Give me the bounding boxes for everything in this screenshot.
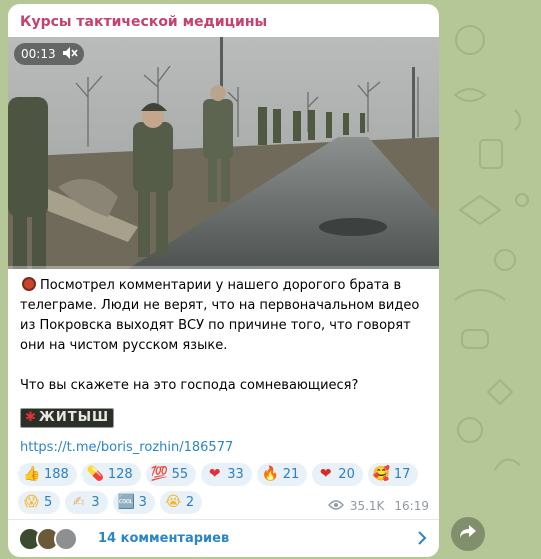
reaction-chip[interactable]: ✍ 3 [65,491,108,514]
avatar [54,526,78,551]
custom-emoji-badge: ✱ ЖИТЫШ [20,408,430,430]
thumbs-up-icon: 👍 [23,466,41,482]
crying-face-icon: 😭 [165,494,182,510]
message-meta: 35.1K 16:19 [327,499,429,513]
reaction-count: 20 [338,467,355,482]
reaction-count: 3 [91,495,100,510]
reaction-chip[interactable]: 😱 5 [18,491,61,514]
reaction-count: 21 [282,467,300,482]
reaction-count: 5 [44,495,53,510]
reaction-count: 128 [107,467,133,482]
reaction-count: 55 [171,467,189,482]
post-paragraph-2: Что вы скажете на это господа сомневающи… [20,378,359,393]
badge-sticker: ✱ ЖИТЫШ [20,408,115,428]
reaction-count: 188 [44,467,69,482]
post-link[interactable]: https://t.me/boris_rozhin/186577 [20,440,233,455]
share-arrow-icon [459,524,477,544]
asterisk-icon: ✱ [25,410,37,425]
fire-icon: 🔥 [261,466,280,482]
video-time-chip: 00:13 [14,43,84,65]
share-button[interactable] [451,517,485,551]
reaction-chip[interactable]: 👍 188 [18,463,77,486]
video-frame [8,37,439,269]
video-timestamp: 00:13 [21,47,56,61]
post-paragraph-1: Посмотрел комментарии у нашего дорогого … [20,276,430,356]
reaction-chip[interactable]: 😭 2 [159,491,203,514]
reaction-count: 17 [393,467,411,482]
post-text: Посмотрел комментарии у нашего дорогого … [20,276,430,430]
red-circle-emoji-icon [22,277,36,291]
reaction-chip[interactable]: 💊 128 [81,463,141,486]
heart-fire-icon: ❤ [319,466,332,482]
badge-text: ЖИТЫШ [38,410,110,425]
muted-speaker-icon[interactable] [62,46,78,63]
comments-button[interactable]: 14 комментариев [8,520,439,557]
cool-icon: 🆒 [117,494,135,510]
reaction-chip[interactable]: ❤ 20 [312,463,363,486]
hearts-face-icon: 🥰 [372,466,391,482]
reaction-chip[interactable]: 🆒 3 [112,491,155,514]
reaction-count: 33 [227,467,244,482]
post-paragraph-1-text: Посмотрел комментарии у нашего дорогого … [20,278,420,353]
channel-name[interactable]: Курсы тактической медицины [20,14,267,30]
reaction-chip[interactable]: ❤ 33 [201,463,252,486]
reaction-count: 2 [185,495,195,510]
video-progress-bar[interactable] [8,266,439,269]
reaction-count: 3 [138,495,147,510]
reaction-chip[interactable]: 🔥 21 [256,463,308,486]
eye-icon [327,499,344,513]
message-bubble: Курсы тактической медицины 00:13 Посмотр… [8,4,439,557]
video-player[interactable]: 00:13 [8,37,439,269]
pill-icon: 💊 [86,466,105,482]
view-count: 35.1K [349,499,385,513]
comments-count-label[interactable]: 14 комментариев [98,531,229,546]
message-time: 16:19 [394,499,429,513]
writing-hand-icon: ✍ [72,494,85,510]
reaction-chip[interactable]: 🥰 17 [367,463,419,486]
chevron-right-icon[interactable] [417,530,427,549]
hundred-icon: 💯 [150,466,169,482]
heart-icon: ❤ [208,466,221,482]
reaction-chip[interactable]: 💯 55 [145,463,197,486]
commenter-avatars [18,526,78,551]
scream-face-icon: 😱 [24,494,39,510]
